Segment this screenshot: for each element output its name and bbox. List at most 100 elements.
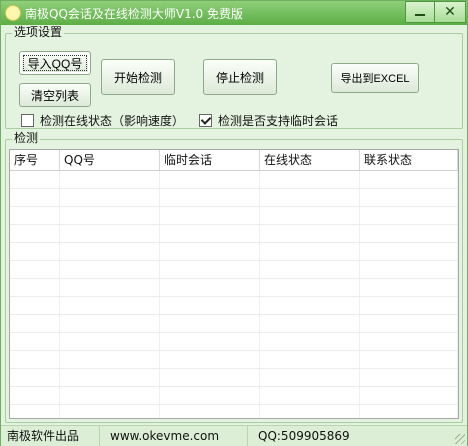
export-excel-button[interactable]: 导出到EXCEL <box>331 63 419 93</box>
results-table[interactable]: 序号 QQ号 临时会话 在线状态 联系状态 <box>9 149 459 419</box>
table-cell <box>160 387 260 404</box>
table-row[interactable] <box>10 351 458 369</box>
table-cell <box>160 261 260 278</box>
table-cell <box>10 189 60 206</box>
close-button[interactable]: ✕ <box>434 1 466 23</box>
resize-grip-icon[interactable] <box>455 434 465 444</box>
table-cell <box>260 351 360 368</box>
stop-detect-button[interactable]: 停止检测 <box>203 59 277 95</box>
table-cell <box>10 225 60 242</box>
window-title: 南极QQ会话及在线检测大师V1.0 免费版 <box>25 7 243 21</box>
table-cell <box>360 297 458 314</box>
title-bar[interactable]: 南极QQ会话及在线检测大师V1.0 免费版 ✕ <box>1 1 467 25</box>
import-qq-button[interactable]: 导入QQ号 <box>19 51 91 75</box>
check-temp-checkbox[interactable] <box>199 114 212 127</box>
table-cell <box>260 189 360 206</box>
table-cell <box>360 333 458 350</box>
table-row[interactable] <box>10 369 458 387</box>
table-cell <box>160 333 260 350</box>
table-cell <box>60 189 160 206</box>
table-cell <box>10 351 60 368</box>
detect-legend: 检测 <box>12 131 41 145</box>
table-row[interactable] <box>10 405 458 418</box>
table-cell <box>360 261 458 278</box>
table-cell <box>60 333 160 350</box>
check-online-label: 检测在线状态（影响速度） <box>40 114 185 128</box>
column-header-online-status[interactable]: 在线状态 <box>260 150 360 170</box>
table-cell <box>10 315 60 332</box>
status-contact: QQ:509905869 <box>247 426 467 446</box>
table-cell <box>360 369 458 386</box>
table-row[interactable] <box>10 261 458 279</box>
check-temp-option[interactable]: 检测是否支持临时会话 <box>199 112 338 129</box>
table-cell <box>60 225 160 242</box>
table-cell <box>360 279 458 296</box>
status-qq: QQ:509905869 <box>258 429 350 443</box>
table-cell <box>160 405 260 418</box>
column-header-qq[interactable]: QQ号 <box>60 150 160 170</box>
table-row[interactable] <box>10 171 458 189</box>
close-icon: ✕ <box>444 4 456 20</box>
table-cell <box>160 369 260 386</box>
app-window: 南极QQ会话及在线检测大师V1.0 免费版 ✕ 选项设置 导入QQ号 清空列表 … <box>0 0 468 446</box>
table-cell <box>10 261 60 278</box>
table-cell <box>260 369 360 386</box>
start-detect-button[interactable]: 开始检测 <box>101 59 175 95</box>
table-cell <box>60 279 160 296</box>
table-row[interactable] <box>10 207 458 225</box>
table-cell <box>160 351 260 368</box>
table-row[interactable] <box>10 189 458 207</box>
table-row[interactable] <box>10 315 458 333</box>
clear-list-button[interactable]: 清空列表 <box>19 83 91 107</box>
table-cell <box>60 171 160 188</box>
column-header-contact-status[interactable]: 联系状态 <box>360 150 458 170</box>
table-cell <box>160 315 260 332</box>
table-cell <box>60 261 160 278</box>
table-cell <box>260 387 360 404</box>
table-cell <box>10 405 60 418</box>
table-row[interactable] <box>10 225 458 243</box>
table-row[interactable] <box>10 333 458 351</box>
table-cell <box>60 243 160 260</box>
table-cell <box>10 369 60 386</box>
check-temp-label: 检测是否支持临时会话 <box>218 114 339 128</box>
table-cell <box>10 387 60 404</box>
column-header-temp-session[interactable]: 临时会话 <box>160 150 260 170</box>
table-cell <box>60 387 160 404</box>
table-row[interactable] <box>10 387 458 405</box>
table-cell <box>10 207 60 224</box>
table-cell <box>10 243 60 260</box>
table-cell <box>360 171 458 188</box>
minimize-button[interactable] <box>405 1 435 23</box>
checkmark-icon <box>200 114 211 125</box>
table-cell <box>160 279 260 296</box>
table-cell <box>60 351 160 368</box>
table-cell <box>260 333 360 350</box>
table-cell <box>10 171 60 188</box>
table-cell <box>160 189 260 206</box>
table-cell <box>260 225 360 242</box>
table-row[interactable] <box>10 243 458 261</box>
app-logo-icon <box>5 5 21 21</box>
status-publisher: 南极软件出品 <box>7 429 80 443</box>
status-website: www.okevme.com <box>99 426 247 446</box>
minimize-icon <box>415 14 425 16</box>
table-row[interactable] <box>10 279 458 297</box>
table-body <box>10 171 458 418</box>
table-cell <box>360 315 458 332</box>
column-header-index[interactable]: 序号 <box>10 150 60 170</box>
table-cell <box>60 369 160 386</box>
table-cell <box>260 405 360 418</box>
table-row[interactable] <box>10 297 458 315</box>
table-cell <box>360 207 458 224</box>
check-online-checkbox[interactable] <box>21 114 34 127</box>
table-cell <box>10 279 60 296</box>
table-cell <box>60 207 160 224</box>
check-online-option[interactable]: 检测在线状态（影响速度） <box>21 112 184 129</box>
table-cell <box>60 405 160 418</box>
table-cell <box>160 207 260 224</box>
table-cell <box>360 225 458 242</box>
table-cell <box>360 387 458 404</box>
table-cell <box>260 171 360 188</box>
table-cell <box>260 261 360 278</box>
